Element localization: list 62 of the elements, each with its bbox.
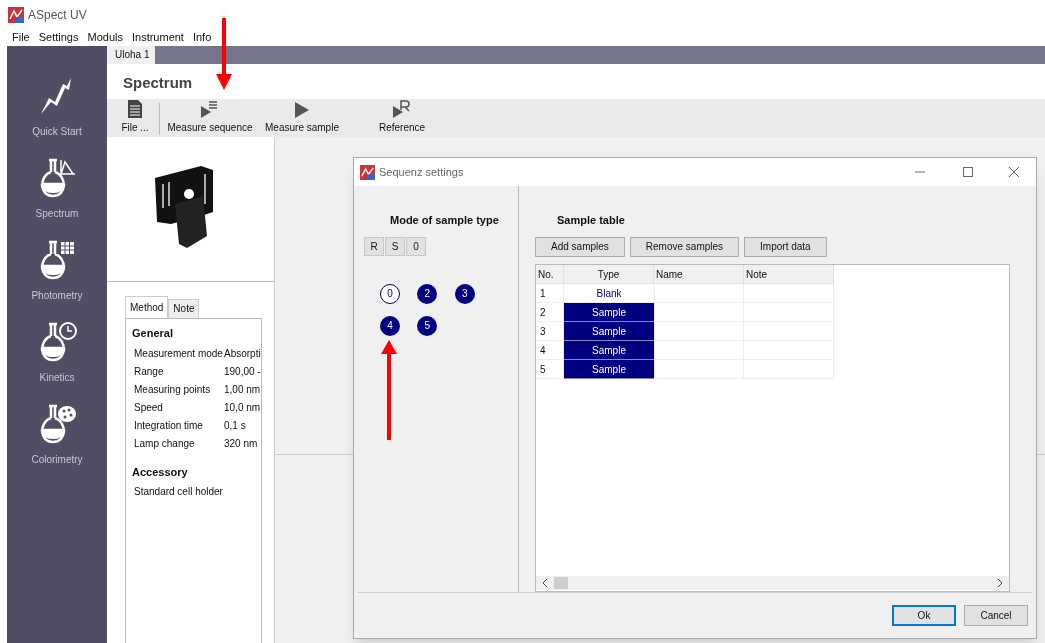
property-value: 1,00 nm: [224, 382, 261, 397]
play-icon: [295, 101, 309, 118]
property-label: Measuring points: [134, 382, 212, 397]
method-tab[interactable]: Note: [168, 298, 200, 318]
app-logo-icon: [360, 164, 375, 180]
document-icon: [128, 99, 142, 118]
property-label: Lamp change: [134, 436, 196, 451]
property-value: 0,1 s: [224, 418, 246, 433]
table-button[interactable]: Remove samples: [629, 236, 740, 257]
column-header: Name: [654, 264, 744, 284]
menu-item[interactable]: Moduls: [87, 28, 123, 46]
toolbar-button[interactable]: Reference: [362, 99, 442, 135]
scroll-left-icon[interactable]: [542, 578, 548, 587]
property-label: Measurement mode: [134, 346, 224, 361]
property-value: 190,00 -: [224, 364, 261, 379]
table-button[interactable]: Import data: [744, 236, 827, 257]
toolbar-button[interactable]: Measure sequence: [164, 99, 256, 135]
property-label: Range: [134, 364, 165, 379]
toolbar-button[interactable]: File ...: [115, 99, 155, 135]
close-icon[interactable]: [1008, 166, 1020, 178]
document-tab[interactable]: Uloha 1: [109, 46, 156, 64]
property-label: Speed: [134, 400, 164, 415]
section-heading: Spectrum: [107, 64, 1045, 99]
mode-button[interactable]: 0: [406, 236, 426, 256]
group-title: Accessory: [132, 465, 189, 480]
dialog-button[interactable]: Ok: [892, 605, 956, 626]
module-button[interactable]: Quick Start: [32, 74, 82, 139]
toolbar-button[interactable]: Measure sample: [256, 101, 348, 135]
accessory-text: Standard cell holder: [133, 484, 224, 499]
dialog-button[interactable]: Cancel: [964, 605, 1028, 626]
property-value: 320 nm: [224, 436, 258, 451]
property-value: Absorpti: [224, 346, 261, 361]
module-button[interactable]: Colorimetry: [31, 402, 83, 467]
reference-icon: [393, 99, 411, 118]
window-title: ASpect UV: [28, 7, 87, 24]
group-title: General: [132, 325, 174, 341]
module-button[interactable]: Photometry: [31, 238, 83, 303]
pane-title: Mode of sample type: [390, 213, 499, 228]
horizontal-scrollbar[interactable]: [536, 575, 1009, 590]
method-tab[interactable]: Method: [125, 295, 169, 318]
maximize-icon[interactable]: [962, 166, 974, 178]
mode-button[interactable]: S: [385, 236, 405, 256]
scroll-thumb[interactable]: [554, 576, 568, 589]
column-header: Type: [564, 264, 654, 284]
mode-button[interactable]: R: [364, 236, 384, 256]
annotation-arrow: [216, 18, 232, 90]
sequence-icon: [201, 99, 219, 118]
column-header: Note: [744, 264, 834, 284]
menu-item[interactable]: File: [12, 28, 30, 46]
property-value: 10,0 nm: [224, 400, 261, 415]
column-header: No.: [536, 264, 564, 284]
scroll-right-icon[interactable]: [997, 578, 1003, 587]
property-label: Integration time: [134, 418, 204, 433]
menu-item[interactable]: Instrument: [131, 28, 184, 46]
menu-item[interactable]: Info: [192, 28, 212, 46]
app-logo-icon: [8, 7, 24, 23]
menu-item[interactable]: Settings: [38, 28, 79, 46]
module-button[interactable]: Kinetics: [35, 320, 79, 385]
pane-title: Sample table: [557, 213, 626, 228]
module-button[interactable]: Spectrum: [35, 156, 79, 221]
table-button[interactable]: Add samples: [535, 236, 625, 257]
dialog-title: Sequenz settings: [379, 164, 464, 180]
